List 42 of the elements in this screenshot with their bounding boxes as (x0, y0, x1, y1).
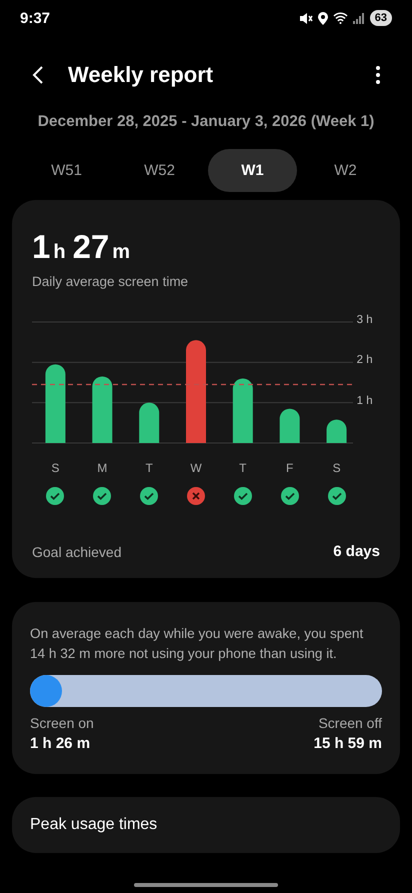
screen-on-value: 1 h 26 m (30, 735, 92, 752)
day-label: M (97, 461, 108, 475)
axis-label: 1 h (356, 394, 373, 407)
axis-label: 3 h (356, 314, 373, 326)
location-icon (318, 12, 328, 24)
chart-bar (139, 402, 160, 443)
wifi-icon (332, 12, 348, 24)
chart-bar (280, 408, 300, 443)
day-label: T (145, 461, 153, 475)
goal-value: 6 days (333, 543, 380, 560)
more-options-icon[interactable] (376, 66, 380, 84)
mute-icon (298, 12, 313, 24)
hours-unit: h (53, 241, 66, 264)
battery-indicator: 63 (370, 10, 392, 26)
date-range: December 28, 2025 - January 3, 2026 (Week 1) (36, 113, 376, 131)
week-tab[interactable]: W52 (115, 149, 204, 192)
peak-usage-item[interactable]: Peak usage times (12, 797, 400, 853)
week-tab[interactable]: W51 (22, 149, 111, 192)
average-hours: 1 (32, 228, 50, 266)
minutes-unit: m (112, 241, 130, 264)
goal-label: Goal achieved (32, 544, 122, 560)
average-minutes: 27 (72, 228, 110, 266)
card-caption: Daily average screen time (32, 274, 190, 289)
chart-bar (92, 376, 112, 443)
screen-on-label: Screen on (30, 715, 94, 731)
back-icon[interactable] (32, 65, 44, 85)
axis-label: 2 h (356, 354, 373, 366)
signal-icon (352, 12, 365, 24)
chart-bar (326, 420, 347, 443)
screen-off-value: 15 h 59 m (314, 735, 382, 752)
page-title: Weekly report (68, 62, 214, 88)
day-label: S (332, 461, 341, 475)
chart-bar (232, 378, 253, 443)
day-label: W (190, 461, 202, 475)
week-tab[interactable]: W2 (301, 149, 390, 192)
usage-summary: On average each day while you were awake, you spent 14 h 32 m more not using your phone than using it. (30, 625, 364, 663)
day-label: S (51, 461, 60, 475)
screen-off-label: Screen off (318, 715, 382, 731)
day-label: F (286, 461, 294, 475)
status-time: 9:37 (20, 10, 50, 26)
day-label: T (239, 461, 247, 475)
week-tab[interactable]: W1 (208, 149, 297, 192)
